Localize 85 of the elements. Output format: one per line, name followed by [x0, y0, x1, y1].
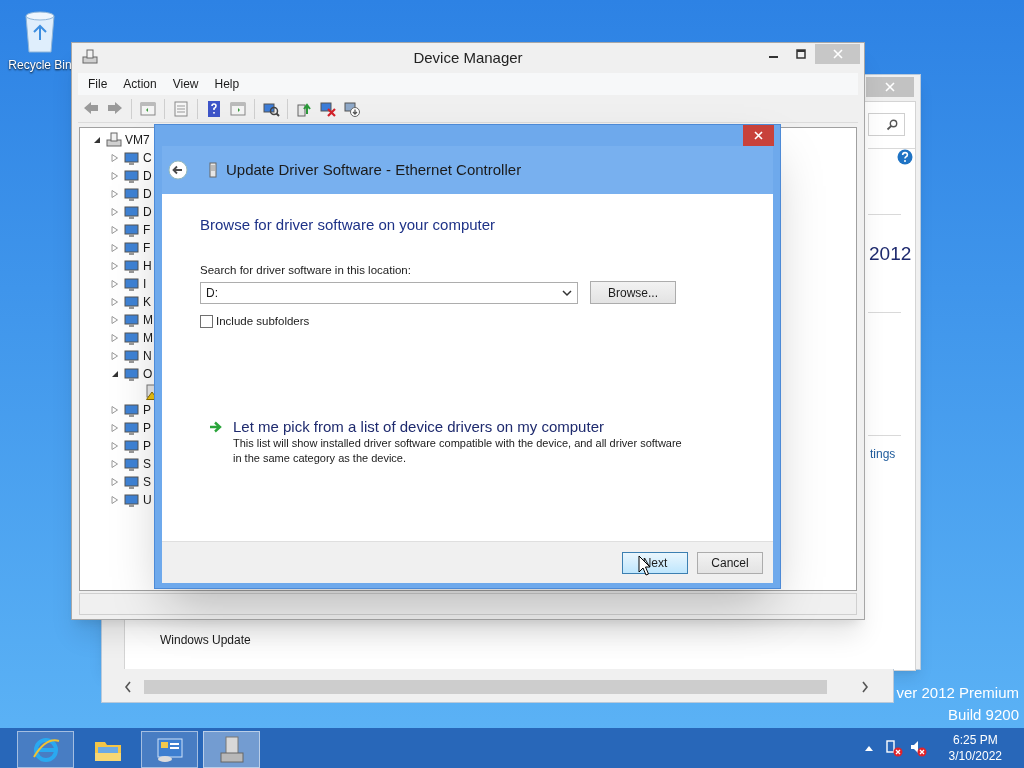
- browse-button[interactable]: Browse...: [590, 281, 676, 304]
- field-label: Search for driver software in this location:: [200, 263, 412, 277]
- dialog-button[interactable]: Cancel: [697, 551, 763, 574]
- close-icon: [832, 49, 843, 59]
- computer-icon: [82, 49, 98, 65]
- clock-time: 6:25 PM: [952, 732, 998, 748]
- device-icon: [124, 186, 142, 202]
- checkbox-label[interactable]: Include subfolders: [216, 314, 310, 328]
- tree-item[interactable]: P: [143, 438, 151, 454]
- tree-item[interactable]: U: [143, 492, 152, 508]
- device-icon: [124, 168, 142, 184]
- tree-item[interactable]: S: [143, 474, 151, 490]
- dialog-title: Update Driver Software - Ethernet Controller: [226, 161, 522, 179]
- device-icon: [124, 366, 142, 382]
- device-icon: [124, 420, 142, 436]
- location-combobox[interactable]: D:: [200, 281, 578, 304]
- tree-item[interactable]: D: [143, 168, 152, 184]
- edition-text: ver 2012 Premium: [896, 684, 1019, 702]
- clock-date: 3/10/2022: [948, 748, 1002, 764]
- device-icon: [124, 474, 142, 490]
- device-icon: [124, 204, 142, 220]
- device-icon: [124, 438, 142, 454]
- device-icon: [124, 258, 142, 274]
- tree-item[interactable]: D: [143, 186, 152, 202]
- option-description: This list will show installed driver software compatible with the device, and all driver software in the same category as the device.: [233, 436, 683, 466]
- arrow-icon: [209, 421, 223, 433]
- show-hidden-icons-icon[interactable]: [864, 745, 873, 751]
- option-link[interactable]: Let me pick from a list of device drivers on my computer: [233, 418, 683, 436]
- close-icon: [754, 131, 763, 140]
- heading-text: 2012: [869, 242, 912, 266]
- settings-link[interactable]: tings: [870, 446, 896, 462]
- close-icon: [885, 82, 895, 92]
- tree-item[interactable]: O: [143, 366, 153, 382]
- tree-item[interactable]: K: [143, 294, 151, 310]
- tree-item[interactable]: F: [143, 222, 151, 238]
- computer-icon: [106, 132, 124, 148]
- dialog-heading: Browse for driver software on your computer: [200, 215, 497, 235]
- tree-item[interactable]: H: [143, 258, 152, 274]
- volume-icon[interactable]: [908, 739, 927, 757]
- tree-item[interactable]: C: [143, 150, 152, 166]
- tree-item[interactable]: F: [143, 240, 151, 256]
- tree-item[interactable]: I: [143, 276, 147, 292]
- tree-item[interactable]: VM7: [125, 132, 150, 148]
- checkbox[interactable]: [200, 314, 213, 328]
- tree-item[interactable]: N: [143, 348, 152, 364]
- combobox-value: D:: [206, 285, 218, 300]
- scrollbar-thumb[interactable]: [144, 679, 827, 694]
- menu-item[interactable]: File: [82, 76, 114, 92]
- menu-item[interactable]: View: [166, 76, 205, 92]
- taskbar-button[interactable]: [141, 731, 198, 768]
- device-icon: [124, 276, 142, 292]
- maximize-icon: [796, 49, 806, 59]
- tree-item[interactable]: M: [143, 330, 153, 346]
- taskbar-button[interactable]: [17, 731, 74, 768]
- tree-item[interactable]: P: [143, 402, 151, 418]
- device-icon: [208, 162, 218, 178]
- device-icon: [124, 240, 142, 256]
- tree-item[interactable]: P: [143, 420, 151, 436]
- search-icon: [886, 118, 898, 131]
- device-icon: [124, 330, 142, 346]
- edition-text: Build 9200: [948, 706, 1019, 724]
- help-icon[interactable]: [897, 149, 913, 165]
- minimize-icon: [768, 56, 778, 58]
- search-field[interactable]: [868, 113, 905, 136]
- tree-item[interactable]: M: [143, 312, 153, 328]
- close-button[interactable]: [743, 125, 774, 146]
- window-title: Device Manager: [413, 49, 523, 67]
- device-icon: [124, 312, 142, 328]
- device-icon: [124, 150, 142, 166]
- device-icon: [124, 492, 142, 508]
- taskbar-button[interactable]: [203, 731, 260, 768]
- network-icon[interactable]: [884, 739, 903, 757]
- menu-item[interactable]: Action: [117, 76, 163, 92]
- device-icon: [124, 348, 142, 364]
- device-icon: [124, 402, 142, 418]
- menu-item[interactable]: Help: [208, 76, 246, 92]
- icon-label[interactable]: Recycle Bin: [8, 56, 72, 74]
- device-icon: [124, 222, 142, 238]
- tree-item[interactable]: S: [143, 456, 151, 472]
- tree-item[interactable]: D: [143, 204, 152, 220]
- windows-update-text: Windows Update: [160, 632, 251, 648]
- device-icon: [124, 456, 142, 472]
- back-icon[interactable]: [168, 160, 188, 180]
- device-icon: [124, 294, 142, 310]
- clock[interactable]: 6:25 PM 3/10/2022: [948, 732, 1002, 764]
